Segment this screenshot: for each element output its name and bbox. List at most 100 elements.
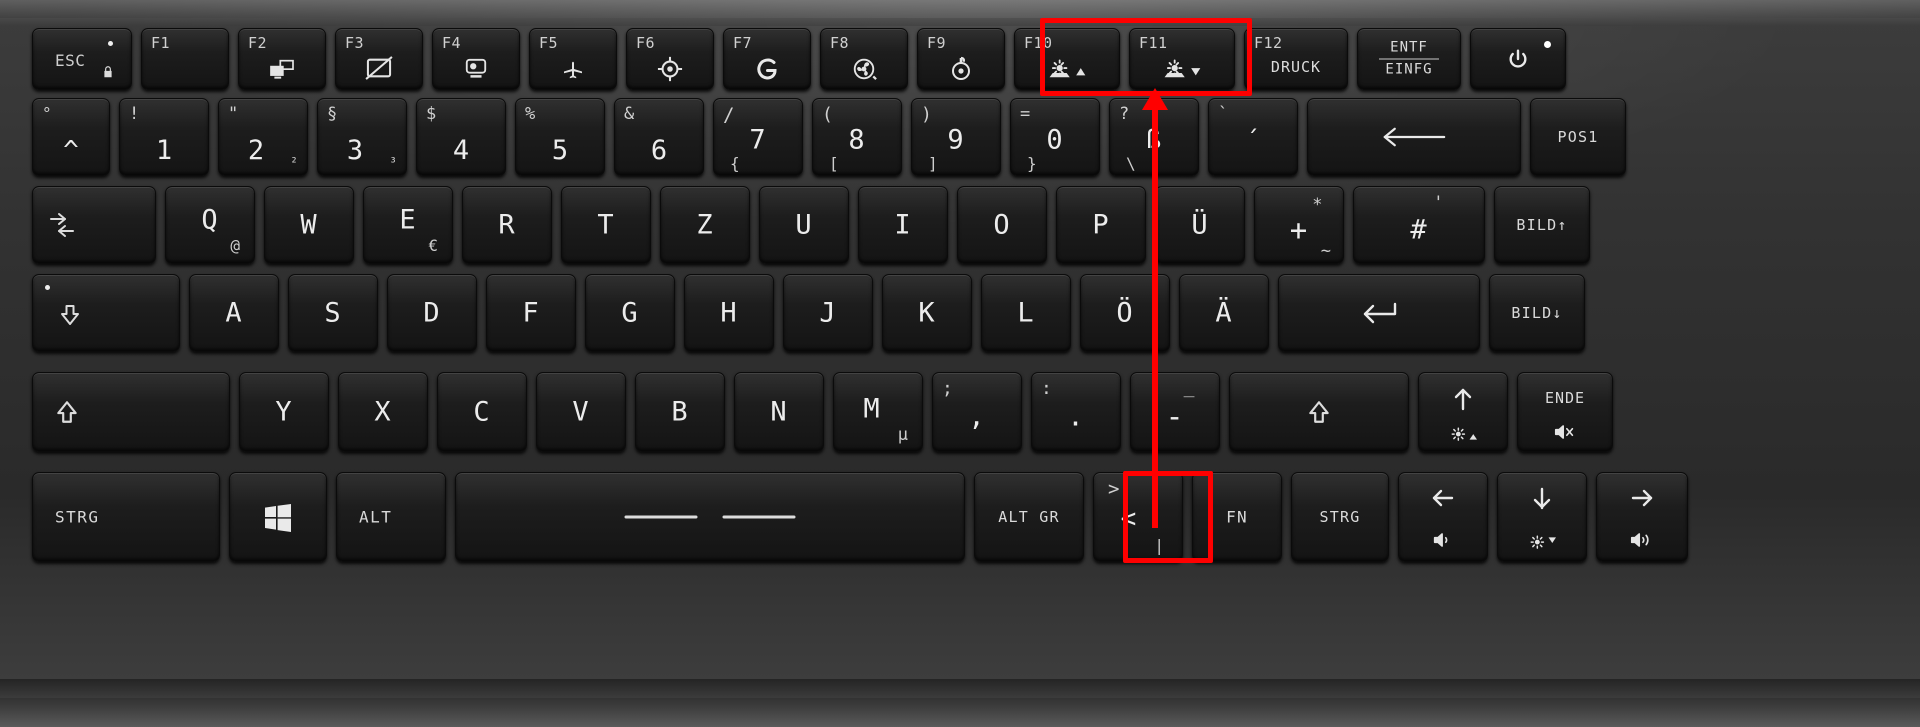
key-3[interactable]: § 3 ³: [317, 98, 407, 176]
key-z[interactable]: Z: [660, 186, 750, 264]
key-m[interactable]: M µ: [833, 372, 923, 452]
key-a-main: A: [225, 297, 243, 329]
key-r[interactable]: R: [462, 186, 552, 264]
key-0-altgr: }: [1027, 154, 1037, 173]
key-l[interactable]: L: [981, 274, 1071, 352]
key-9[interactable]: ) 9 ]: [911, 98, 1001, 176]
key-power[interactable]: [1470, 28, 1566, 90]
key-j[interactable]: J: [783, 274, 873, 352]
key-x[interactable]: X: [338, 372, 428, 452]
key-less-greater-shift: >: [1108, 478, 1120, 500]
key-f10[interactable]: F10: [1014, 28, 1120, 90]
key-ende[interactable]: ENDE: [1517, 372, 1613, 452]
key-0[interactable]: = 0 }: [1010, 98, 1100, 176]
key-less-greater-main: <: [1120, 503, 1138, 534]
key-arrow-left[interactable]: [1398, 472, 1488, 562]
key-d[interactable]: D: [387, 274, 477, 352]
key-t-main: T: [597, 209, 615, 241]
key-uuml[interactable]: Ü: [1155, 186, 1245, 264]
key-space[interactable]: [455, 472, 965, 562]
key-f2[interactable]: F2: [238, 28, 326, 90]
steelseries-logo-icon: [918, 56, 1004, 82]
key-q-main: Q: [201, 204, 219, 236]
key-entf-einfg[interactable]: ENTF EINFG: [1357, 28, 1461, 90]
key-e[interactable]: E €: [363, 186, 453, 264]
key-auml[interactable]: Ä: [1179, 274, 1269, 352]
key-strg-left[interactable]: STRG: [32, 472, 220, 562]
key-w[interactable]: W: [264, 186, 354, 264]
key-windows[interactable]: [229, 472, 327, 562]
key-h[interactable]: H: [684, 274, 774, 352]
key-7[interactable]: / 7 {: [713, 98, 803, 176]
g-logo-icon: [724, 56, 810, 82]
key-f5[interactable]: F5: [529, 28, 617, 90]
key-4[interactable]: $ 4: [416, 98, 506, 176]
key-o[interactable]: O: [957, 186, 1047, 264]
key-f5-label: F5: [539, 34, 559, 52]
key-5[interactable]: % 5: [515, 98, 605, 176]
key-f[interactable]: F: [486, 274, 576, 352]
key-f7[interactable]: F7: [723, 28, 811, 90]
key-1[interactable]: ! 1: [119, 98, 209, 176]
key-s-main: S: [324, 297, 342, 329]
key-arrow-up[interactable]: [1418, 372, 1508, 452]
key-shift-left[interactable]: [32, 372, 230, 452]
key-enter[interactable]: [1278, 274, 1480, 352]
key-4-main: 4: [452, 135, 470, 166]
key-circumflex[interactable]: ° ^: [32, 98, 110, 176]
key-arrow-right[interactable]: [1596, 472, 1688, 562]
key-f1[interactable]: F1: [141, 28, 229, 90]
key-f4[interactable]: F4: [432, 28, 520, 90]
key-f11[interactable]: F11: [1129, 28, 1235, 90]
key-k[interactable]: K: [882, 274, 972, 352]
key-backspace[interactable]: [1307, 98, 1521, 176]
key-8[interactable]: ( 8 [: [812, 98, 902, 176]
key-esc[interactable]: ESC: [32, 28, 132, 90]
key-pos1[interactable]: POS1: [1530, 98, 1626, 176]
key-comma[interactable]: ; ,: [932, 372, 1022, 452]
key-u[interactable]: U: [759, 186, 849, 264]
key-w-main: W: [300, 209, 318, 241]
key-c[interactable]: C: [437, 372, 527, 452]
key-alt[interactable]: ALT: [336, 472, 446, 562]
bottom-row: STRG ALT ALT GR > < | FN STRG: [32, 472, 1688, 562]
entf-einfg-labels: ENTF EINFG: [1358, 40, 1460, 79]
key-period[interactable]: : .: [1031, 372, 1121, 452]
key-d-main: D: [423, 297, 441, 329]
key-minus[interactable]: _ -: [1130, 372, 1220, 452]
key-plus[interactable]: * + ~: [1254, 186, 1344, 264]
key-less-greater[interactable]: > < |: [1093, 472, 1183, 562]
key-q[interactable]: Q @: [165, 186, 255, 264]
key-alt-gr[interactable]: ALT GR: [974, 472, 1084, 562]
key-strg-right[interactable]: STRG: [1291, 472, 1389, 562]
key-f3[interactable]: F3: [335, 28, 423, 90]
key-y[interactable]: Y: [239, 372, 329, 452]
key-v[interactable]: V: [536, 372, 626, 452]
key-a[interactable]: A: [189, 274, 279, 352]
key-bild-down[interactable]: BILD↓: [1489, 274, 1585, 352]
key-t[interactable]: T: [561, 186, 651, 264]
key-f12[interactable]: F12 DRUCK: [1244, 28, 1348, 90]
key-i[interactable]: I: [858, 186, 948, 264]
key-bild-up[interactable]: BILD↑: [1494, 186, 1590, 264]
key-fn[interactable]: FN: [1192, 472, 1282, 562]
keyboard-backlight-up-icon: [1015, 58, 1119, 80]
key-s[interactable]: S: [288, 274, 378, 352]
key-2[interactable]: " 2 ²: [218, 98, 308, 176]
key-tab[interactable]: [32, 186, 156, 264]
key-shift-right[interactable]: [1229, 372, 1409, 452]
key-strg-right-label: STRG: [1319, 508, 1361, 526]
key-p[interactable]: P: [1056, 186, 1146, 264]
key-hash[interactable]: ' #: [1353, 186, 1485, 264]
key-6[interactable]: & 6: [614, 98, 704, 176]
key-f6[interactable]: F6: [626, 28, 714, 90]
key-f9[interactable]: F9: [917, 28, 1005, 90]
key-circumflex-shift: °: [42, 104, 53, 123]
key-g[interactable]: G: [585, 274, 675, 352]
key-n[interactable]: N: [734, 372, 824, 452]
key-caps-lock[interactable]: [32, 274, 180, 352]
key-b[interactable]: B: [635, 372, 725, 452]
key-acute[interactable]: ` ´: [1208, 98, 1298, 176]
key-arrow-down[interactable]: [1497, 472, 1587, 562]
key-f8[interactable]: F8: [820, 28, 908, 90]
